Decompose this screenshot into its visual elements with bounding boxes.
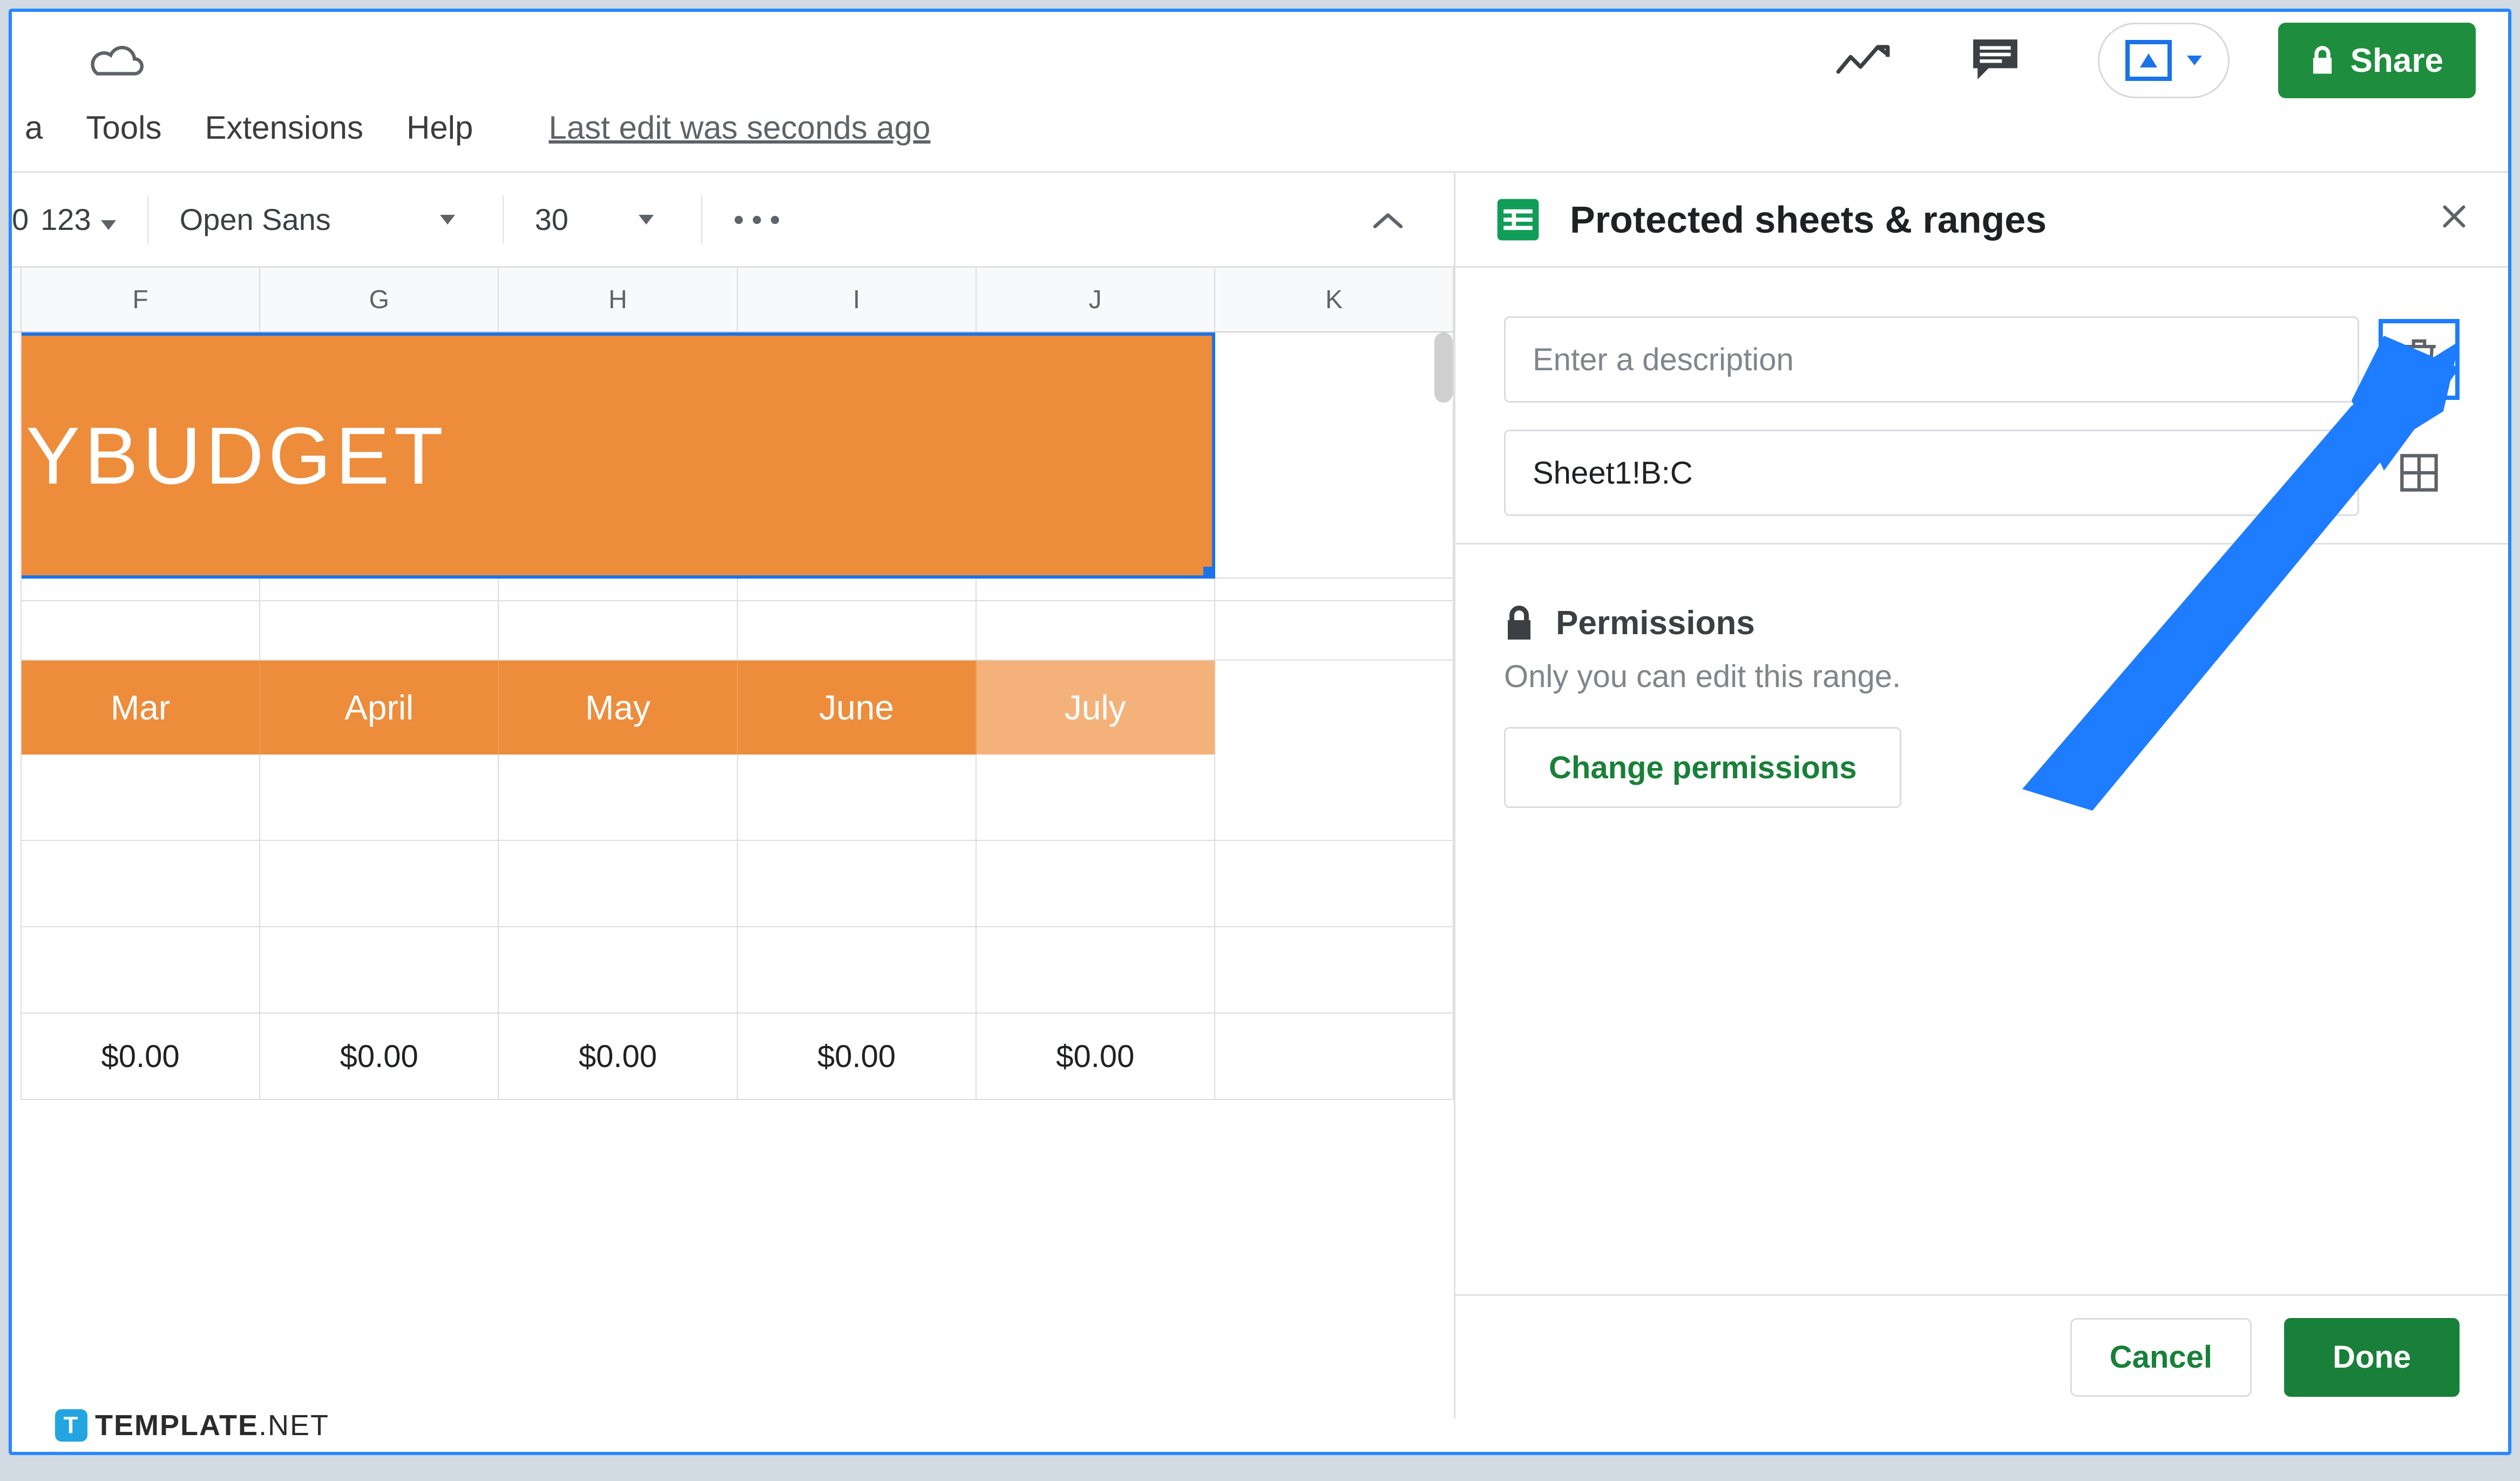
scrollbar-thumb[interactable] (1434, 332, 1453, 403)
share-label: Share (2350, 42, 2443, 80)
chevron-down-icon (440, 215, 455, 225)
collapse-toolbar-icon[interactable] (1371, 200, 1405, 240)
month-header-cell[interactable]: April (260, 661, 499, 755)
present-dropdown[interactable] (2098, 23, 2230, 98)
cell[interactable]: $0.00 (738, 1014, 977, 1100)
month-header-cell[interactable]: Mar (22, 661, 260, 755)
chevron-down-icon (2187, 56, 2202, 65)
select-range-button[interactable] (2379, 432, 2460, 513)
menu-extensions[interactable]: Extensions (205, 109, 363, 146)
col-header[interactable]: K (1215, 268, 1454, 331)
toolbar-truncated[interactable]: 0 (12, 202, 25, 237)
font-family-dropdown[interactable]: Open Sans (180, 202, 471, 237)
change-permissions-button[interactable]: Change permissions (1504, 727, 1901, 808)
grid-body[interactable]: Y BUDGET Mar April May June July (12, 332, 1454, 1100)
cell[interactable] (1215, 332, 1454, 579)
share-button[interactable]: Share (2278, 23, 2476, 98)
watermark: T TEMPLATE.NET (55, 1409, 329, 1442)
title-action-bar: Share (12, 12, 2508, 109)
toolbar: 0 123 Open Sans 30 ••• (12, 173, 1454, 268)
permissions-description: Only you can edit this range. (1504, 658, 2460, 695)
trend-icon[interactable] (1833, 40, 1893, 81)
cancel-button[interactable]: Cancel (2070, 1318, 2252, 1397)
month-header-cell[interactable]: June (738, 661, 977, 755)
selection-handle-icon[interactable] (1203, 567, 1215, 579)
col-header[interactable]: J (977, 268, 1215, 331)
app-window: Share a Tools Extensions Help Last edit … (9, 9, 2511, 1455)
chevron-down-icon (639, 215, 654, 225)
close-icon[interactable] (2438, 198, 2470, 241)
font-size-dropdown[interactable]: 30 (535, 202, 670, 237)
present-upload-icon (2125, 40, 2172, 81)
month-header-cell[interactable]: July (977, 661, 1215, 755)
col-header[interactable]: G (260, 268, 499, 331)
lock-icon (1504, 606, 1534, 641)
last-edit-link[interactable]: Last edit was seconds ago (548, 109, 930, 146)
cloud-saved-icon[interactable] (87, 42, 147, 79)
menu-bar: a Tools Extensions Help Last edit was se… (12, 109, 2508, 171)
column-header-row: F G H I J K (12, 268, 1454, 332)
cell[interactable]: $0.00 (977, 1014, 1215, 1100)
permissions-title: Permissions (1556, 604, 1755, 642)
menu-truncated[interactable]: a (25, 109, 43, 146)
sheets-logo-icon (1493, 195, 1543, 244)
number-format-dropdown[interactable]: 123 (40, 202, 116, 237)
comment-icon[interactable] (1968, 35, 2022, 86)
description-input[interactable] (1504, 316, 2359, 403)
cell[interactable]: $0.00 (260, 1014, 499, 1100)
menu-tools[interactable]: Tools (86, 109, 161, 146)
more-toolbar-icon[interactable]: ••• (734, 202, 788, 237)
done-button[interactable]: Done (2284, 1318, 2460, 1397)
col-header[interactable]: F (22, 268, 260, 331)
title-merged-cell[interactable]: Y BUDGET (22, 332, 1215, 579)
sidebar-title: Protected sheets & ranges (1570, 198, 2411, 241)
cell[interactable] (1215, 661, 1454, 755)
col-header[interactable]: I (738, 268, 977, 331)
cell[interactable]: $0.00 (22, 1014, 260, 1100)
spreadsheet-area: 0 123 Open Sans 30 ••• F G H I J K (12, 173, 1455, 1418)
month-header-cell[interactable]: May (499, 661, 737, 755)
watermark-logo-icon: T (55, 1409, 87, 1442)
delete-protection-button[interactable] (2379, 319, 2460, 400)
menu-help[interactable]: Help (407, 109, 473, 146)
col-header[interactable]: H (499, 268, 737, 331)
chevron-down-icon (101, 220, 116, 230)
cell[interactable]: $0.00 (499, 1014, 737, 1100)
range-input[interactable] (1504, 430, 2359, 516)
cell[interactable] (1215, 1014, 1454, 1100)
protected-ranges-sidebar: Protected sheets & ranges (1455, 173, 2508, 1418)
